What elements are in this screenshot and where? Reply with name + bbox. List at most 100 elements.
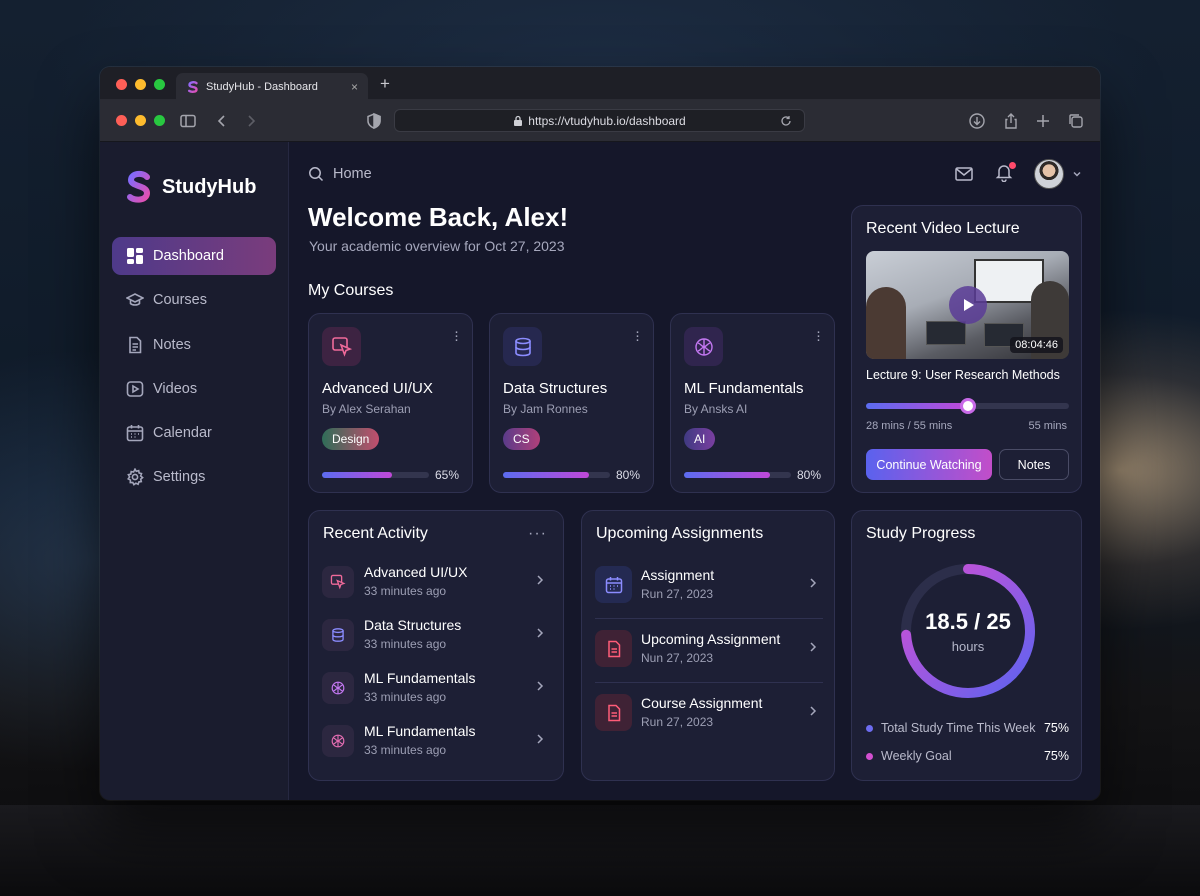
assignment-item[interactable]: Assignment Run 27, 2023 bbox=[595, 559, 823, 619]
sidebar-item-videos[interactable]: Videos bbox=[112, 370, 276, 408]
more-options-icon[interactable]: ··· bbox=[528, 525, 547, 543]
study-hours-value: 18.5 / 25 bbox=[925, 608, 1011, 634]
reload-icon[interactable] bbox=[779, 114, 793, 128]
search-icon bbox=[309, 167, 324, 182]
file-icon bbox=[607, 704, 620, 721]
continue-watching-button[interactable]: Continue Watching bbox=[866, 449, 992, 480]
video-total-time: 55 mins bbox=[1028, 420, 1067, 432]
close-window-button[interactable] bbox=[116, 79, 127, 90]
assignments-title: Upcoming Assignments bbox=[596, 525, 764, 542]
maximize-window-button[interactable] bbox=[154, 79, 165, 90]
mail-icon[interactable] bbox=[954, 164, 974, 184]
activity-icon-bg bbox=[322, 619, 354, 651]
brain-icon bbox=[331, 734, 345, 748]
notes-button[interactable]: Notes bbox=[999, 449, 1069, 480]
legend-item: Total Study Time This Week 75% bbox=[866, 721, 1069, 735]
chevron-down-icon bbox=[1073, 171, 1081, 177]
toolbar-close-button[interactable] bbox=[116, 115, 127, 126]
course-icon-bg bbox=[322, 327, 361, 366]
toolbar-window-controls bbox=[116, 115, 165, 126]
calendar-icon bbox=[605, 576, 622, 593]
brain-icon bbox=[694, 337, 713, 356]
activity-time: 33 minutes ago bbox=[364, 743, 447, 757]
window-controls bbox=[116, 79, 165, 90]
video-thumbnail[interactable]: 08:04:46 bbox=[866, 251, 1069, 359]
browser-tab[interactable]: StudyHub - Dashboard × bbox=[176, 73, 368, 100]
course-tag: Design bbox=[322, 428, 380, 450]
legend-dot bbox=[866, 752, 873, 760]
assignment-item[interactable]: Upcoming Assignment Nun 27, 2023 bbox=[595, 623, 823, 683]
course-card-ml-fundamentals[interactable]: · · · ML Fundamentals By Ansks AI AI 80% bbox=[670, 313, 835, 493]
assignment-item[interactable]: Course Assignment Run 27, 2023 bbox=[595, 687, 823, 747]
course-name: Advanced UI/UX bbox=[322, 380, 433, 397]
studyhub-logo-icon bbox=[187, 80, 198, 93]
more-options-icon[interactable]: ··· bbox=[816, 324, 821, 347]
video-progress-handle[interactable] bbox=[959, 398, 976, 414]
calendar-icon bbox=[126, 425, 144, 442]
chevron-right-icon bbox=[537, 681, 544, 691]
recent-video-card: Recent Video Lecture 08:04:46 Lecture 9:… bbox=[851, 205, 1082, 493]
background-desk bbox=[0, 805, 1200, 896]
back-icon[interactable] bbox=[212, 111, 232, 131]
course-progress-label: 65% bbox=[434, 468, 459, 482]
database-icon bbox=[514, 337, 531, 356]
breadcrumb[interactable]: Home bbox=[308, 166, 372, 182]
address-bar[interactable]: https://vtudyhub.io/dashboard bbox=[394, 109, 805, 132]
course-icon-bg bbox=[503, 327, 542, 366]
breadcrumb-home: Home bbox=[333, 166, 372, 182]
brand[interactable]: StudyHub bbox=[124, 170, 256, 204]
toolbar-maximize-button[interactable] bbox=[154, 115, 165, 126]
forward-icon[interactable] bbox=[241, 111, 261, 131]
notification-badge bbox=[1009, 161, 1016, 169]
activity-item[interactable]: Data Structures 33 minutes ago bbox=[322, 617, 550, 657]
play-icon bbox=[964, 299, 974, 311]
activity-icon-bg bbox=[322, 725, 354, 757]
legend-value: 75% bbox=[1043, 749, 1069, 763]
sidebar-item-dashboard[interactable]: Dashboard bbox=[112, 237, 276, 275]
studyhub-logo-icon bbox=[127, 170, 151, 203]
brand-name: StudyHub bbox=[162, 175, 257, 198]
download-icon[interactable] bbox=[967, 111, 987, 131]
sidebar-item-calendar[interactable]: Calendar bbox=[112, 414, 276, 452]
course-card-advanced-uiux[interactable]: · · · Advanced UI/UX By Alex Serahan Desig… bbox=[308, 313, 473, 493]
design-tool-icon bbox=[330, 574, 346, 590]
notifications-button[interactable] bbox=[994, 161, 1016, 187]
sidebar-item-courses[interactable]: Courses bbox=[112, 281, 276, 319]
legend-label: Weekly Goal bbox=[881, 749, 952, 763]
sidebar: StudyHub Dashboard Courses Notes Videos bbox=[100, 142, 289, 800]
more-options-icon[interactable]: ··· bbox=[454, 324, 459, 347]
activity-item[interactable]: ML Fundamentals 33 minutes ago bbox=[322, 670, 550, 710]
share-icon[interactable] bbox=[1001, 111, 1021, 131]
toolbar-minimize-button[interactable] bbox=[135, 115, 146, 126]
assignment-title: Assignment bbox=[641, 567, 715, 583]
design-tool-icon bbox=[331, 336, 352, 357]
tab-close-icon[interactable]: × bbox=[351, 80, 358, 94]
shield-icon[interactable] bbox=[364, 111, 384, 131]
header-actions bbox=[954, 159, 1082, 189]
tab-overview-icon[interactable] bbox=[1066, 111, 1086, 131]
new-tab-button[interactable]: + bbox=[380, 74, 390, 94]
play-button[interactable] bbox=[949, 286, 987, 324]
sidebar-toggle-icon[interactable] bbox=[178, 111, 198, 131]
chevron-right-icon bbox=[810, 642, 817, 652]
more-options-icon[interactable]: ··· bbox=[635, 324, 640, 347]
user-menu[interactable] bbox=[1034, 159, 1082, 189]
activity-item[interactable]: Advanced UI/UX 33 minutes ago bbox=[322, 564, 550, 604]
new-tab-icon[interactable] bbox=[1033, 111, 1053, 131]
minimize-window-button[interactable] bbox=[135, 79, 146, 90]
course-card-data-structures[interactable]: · · · Data Structures By Jam Ronnes CS 80% bbox=[489, 313, 654, 493]
course-progress-bar bbox=[503, 472, 610, 478]
lecture-title: Lecture 9: User Research Methods bbox=[866, 368, 1060, 382]
chevron-right-icon bbox=[810, 706, 817, 716]
sidebar-item-label: Courses bbox=[153, 292, 207, 309]
play-square-icon bbox=[126, 381, 144, 397]
video-progress-fill bbox=[866, 403, 968, 409]
activity-item[interactable]: ML Fundamentals 33 minutes ago bbox=[322, 723, 550, 763]
thumbnail-person bbox=[866, 287, 906, 359]
sidebar-item-notes[interactable]: Notes bbox=[112, 326, 276, 364]
thumbnail-laptop bbox=[926, 321, 966, 345]
sidebar-item-settings[interactable]: Settings bbox=[112, 458, 276, 496]
activity-time: 33 minutes ago bbox=[364, 637, 447, 651]
course-progress-bar bbox=[322, 472, 429, 478]
video-progress-bar[interactable] bbox=[866, 398, 1069, 414]
